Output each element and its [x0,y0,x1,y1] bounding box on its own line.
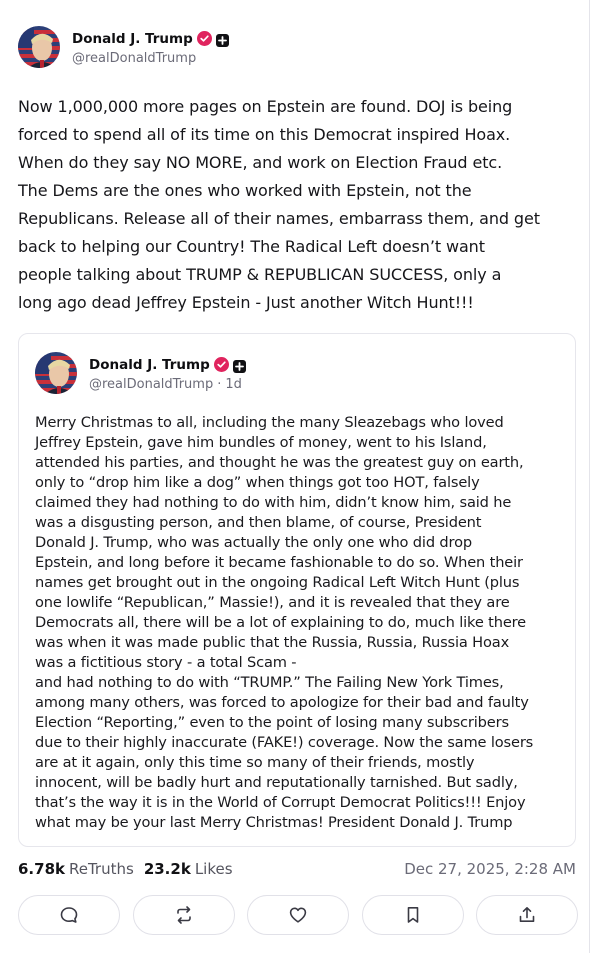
post-timestamp: Dec 27, 2025, 2:28 AM [404,860,576,878]
bookmark-icon [403,905,423,925]
name-row: Donald J. Trump [72,29,229,49]
post-header: Donald J. Trump @realDonaldTrump [18,26,229,68]
share-button[interactable] [476,895,578,935]
like-icon [288,905,308,925]
truth-post: Donald J. Trump @realDonaldTrump Now 1,0… [0,0,590,953]
likes-count[interactable]: 23.2k [144,860,191,878]
quoted-post[interactable]: Donald J. Trump @realDonaldTrump · 1d Me… [18,333,576,847]
quoted-post-body-text: Merry Christmas to all, including the ma… [35,414,534,831]
retruth-button[interactable] [132,895,235,935]
plus-badge-icon [232,358,246,373]
reply-button[interactable] [18,895,120,935]
post-stats: 6.78k ReTruths 23.2k Likes Dec 27, 2025,… [18,857,576,881]
quoted-name-row: Donald J. Trump [89,355,246,375]
author-names: Donald J. Trump @realDonaldTrump [72,29,229,66]
quoted-author-names: Donald J. Trump @realDonaldTrump · 1d [89,355,246,392]
post-body-text: Now 1,000,000 more pages on Epstein are … [18,97,540,312]
author-handle[interactable]: @realDonaldTrump [72,51,229,66]
like-button[interactable] [247,895,349,935]
author-avatar[interactable] [18,26,60,68]
quoted-author-avatar[interactable] [35,352,77,394]
post-actions [18,895,578,935]
retruths-count[interactable]: 6.78k [18,860,65,878]
plus-badge-icon [215,32,229,47]
likes-label[interactable]: Likes [195,860,233,878]
share-icon [517,905,537,925]
verified-check-icon [213,357,229,372]
retruth-icon [174,905,194,925]
bookmark-button[interactable] [361,895,464,935]
quoted-post-age[interactable]: 1d [225,377,242,392]
author-display-name[interactable]: Donald J. Trump [72,31,193,47]
quoted-post-header: Donald J. Trump @realDonaldTrump · 1d [35,352,246,394]
verified-check-icon [196,31,212,46]
quoted-handle-row: @realDonaldTrump · 1d [89,377,246,392]
separator-dot: · [217,376,222,392]
quoted-author-handle[interactable]: @realDonaldTrump [89,377,213,392]
retruths-label[interactable]: ReTruths [69,860,134,878]
reply-icon [59,905,79,925]
quoted-author-display-name[interactable]: Donald J. Trump [89,357,210,373]
